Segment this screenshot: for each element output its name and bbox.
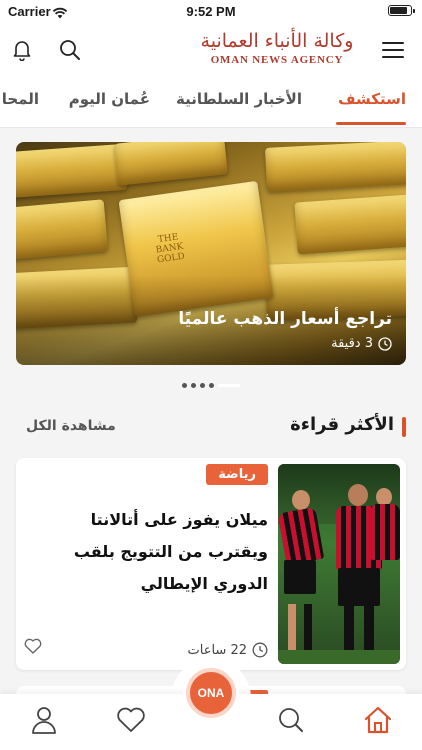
app-header: وكالة الأنباء العمانية OMAN NEWS AGENCY	[0, 24, 422, 76]
tab-governorates[interactable]: المحا	[2, 90, 39, 108]
carousel-dot[interactable]	[200, 382, 205, 388]
article-image	[278, 464, 400, 664]
article-title[interactable]: ميلان يفوز على أتالانتا ويقترب من التتوي…	[28, 504, 268, 600]
ona-center-button[interactable]: ONA	[186, 668, 236, 718]
carousel-dot[interactable]	[209, 382, 214, 388]
nav-profile[interactable]	[28, 704, 60, 736]
see-all-link[interactable]: مشاهدة الكل	[26, 418, 116, 434]
category-badge[interactable]: رياضة	[206, 464, 268, 485]
search-icon	[279, 708, 303, 732]
status-bar: Carrier 9:52 PM	[0, 0, 422, 24]
home-icon	[364, 706, 392, 734]
bell-icon	[13, 41, 31, 61]
carousel-dot-active[interactable]	[218, 383, 240, 387]
most-read-header: الأكثر قراءة مشاهدة الكل	[16, 414, 406, 440]
clock-icon	[252, 642, 268, 658]
featured-article-title: تراجع أسعار الذهب عالميًا	[178, 309, 392, 329]
article-time: 22 ساعات	[187, 642, 248, 658]
tab-royal-news[interactable]: الأخبار السلطانية	[176, 90, 302, 108]
logo: وكالة الأنباء العمانية OMAN NEWS AGENCY	[196, 29, 358, 71]
article-meta: 22 ساعات	[188, 642, 269, 658]
user-icon	[32, 707, 56, 734]
carousel-dot[interactable]	[182, 382, 187, 388]
featured-article-card[interactable]: THE BANK GOLD تراجع أسعار الذهب عالميًا 3 …	[16, 142, 406, 365]
battery-icon	[388, 5, 415, 16]
notifications-button[interactable]	[8, 36, 36, 64]
main-content: THE BANK GOLD تراجع أسعار الذهب عالميًا 3 …	[0, 128, 422, 750]
heart-icon	[24, 638, 42, 654]
category-tabs: استكشف الأخبار السلطانية عُمان اليوم الم…	[0, 80, 422, 128]
menu-button[interactable]	[379, 36, 407, 64]
carousel-dot[interactable]	[191, 382, 196, 388]
logo-arabic: وكالة الأنباء العمانية	[200, 30, 354, 52]
nav-home[interactable]	[362, 704, 394, 736]
search-icon	[60, 40, 80, 60]
gold-bar-stamp: THE BANK GOLD	[155, 232, 186, 266]
most-read-title: الأكثر قراءة	[290, 414, 394, 435]
search-button[interactable]	[56, 36, 84, 64]
featured-article-time: 3 دقيقة	[331, 336, 373, 351]
carousel-indicator[interactable]	[0, 380, 422, 390]
battery-fill	[390, 7, 407, 14]
logo-english: OMAN NEWS AGENCY	[210, 54, 344, 66]
nav-search[interactable]	[275, 704, 307, 736]
featured-article-meta: 3 دقيقة	[331, 336, 392, 351]
clock-icon	[378, 336, 392, 351]
heart-icon	[117, 707, 145, 732]
like-button[interactable]	[24, 638, 42, 658]
section-accent-bar	[402, 417, 406, 437]
tab-oman-today[interactable]: عُمان اليوم	[69, 90, 150, 108]
clock: 9:52 PM	[186, 4, 236, 19]
nav-favorites[interactable]	[115, 704, 147, 736]
article-card[interactable]: رياضة ميلان يفوز على أتالانتا ويقترب من …	[16, 458, 406, 670]
tab-explore[interactable]: استكشف	[338, 90, 406, 108]
hamburger-icon	[382, 42, 404, 58]
active-tab-indicator	[336, 122, 406, 125]
